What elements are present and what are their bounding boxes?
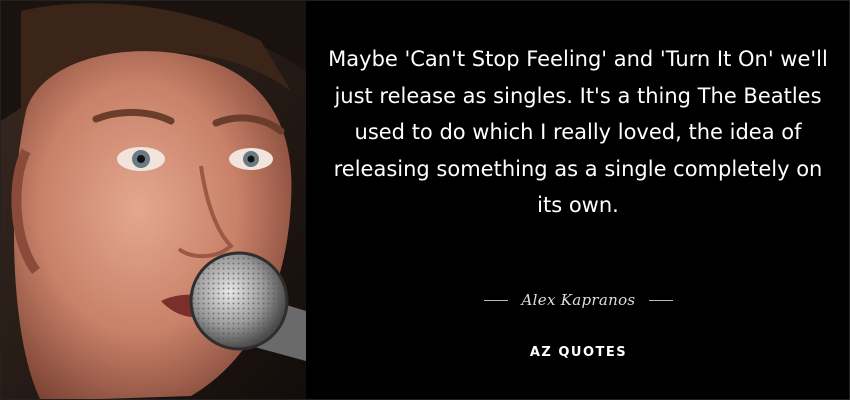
quote-panel: Maybe 'Can't Stop Feeling' and 'Turn It …	[306, 1, 849, 399]
brand-logo[interactable]: AZ QUOTES	[306, 345, 849, 360]
author-attribution: Alex Kapranos	[306, 287, 849, 313]
right-dash-divider	[649, 299, 674, 301]
author-photo-illustration	[1, 1, 306, 399]
left-dash-divider	[483, 299, 508, 301]
quote-card: Maybe 'Can't Stop Feeling' and 'Turn It …	[0, 0, 850, 400]
author-name[interactable]: Alex Kapranos	[522, 291, 636, 309]
author-photo	[1, 1, 306, 399]
quote-text: Maybe 'Can't Stop Feeling' and 'Turn It …	[328, 47, 828, 217]
